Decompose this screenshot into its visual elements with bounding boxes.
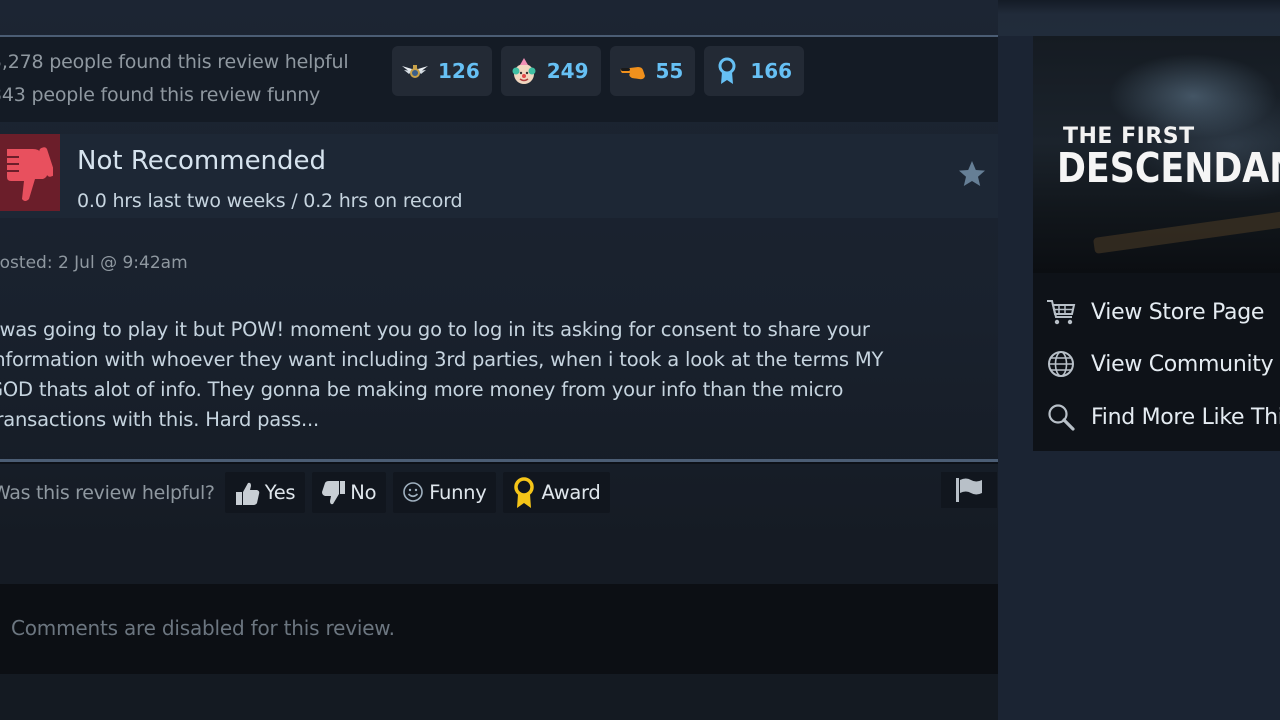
vote-funny-label: Funny (429, 481, 487, 504)
award-count: 55 (655, 59, 684, 83)
helpful-question: Was this review helpful? (0, 481, 215, 504)
globe-icon (1048, 351, 1074, 377)
award-count: 249 (546, 59, 589, 83)
vote-no-label: No (350, 481, 377, 504)
award-button[interactable]: Award (503, 472, 611, 513)
review-line: information with whoever they want inclu… (0, 348, 884, 371)
posted-date: Posted: 2 Jul @ 9:42am (0, 253, 188, 273)
clown-face-icon (512, 58, 536, 84)
search-icon (1048, 404, 1075, 431)
section-divider (0, 459, 998, 464)
vote-yes-button[interactable]: Yes (224, 472, 306, 513)
game-title-line2: DESCENDANT (1057, 144, 1280, 192)
banner-scenery (1093, 206, 1280, 254)
winged-medal-icon (402, 65, 428, 78)
find-more-like-this-label: Find More Like This (1091, 404, 1280, 430)
award-chip[interactable]: 166 (704, 46, 805, 96)
flag-icon (956, 478, 982, 502)
smiley-icon (403, 481, 424, 502)
game-banner-image[interactable]: THE FIRST DESCENDANT (1033, 36, 1280, 273)
review-line: GOD thats alot of info. They gonna be ma… (0, 378, 844, 401)
star-icon[interactable] (956, 158, 988, 190)
review-verdict: Not Recommended (77, 146, 327, 176)
award-chip[interactable]: 126 (392, 46, 492, 96)
award-chip[interactable]: 55 (609, 46, 696, 96)
vote-funny-button[interactable]: Funny (393, 472, 497, 513)
helpful-count-text: 5,278 people found this review helpful (0, 51, 349, 73)
view-store-page-link[interactable]: View Store Page (1045, 292, 1264, 332)
pointing-finger-icon (620, 67, 645, 80)
game-sidebar: THE FIRST DESCENDANT View Store Page Vie… (1033, 36, 1280, 451)
playtime-hours: 0.0 hrs last two weeks / 0.2 hrs on reco… (77, 190, 463, 212)
ribbon-award-icon (718, 57, 736, 84)
view-community-hub-link[interactable]: View Community Hub (1045, 344, 1280, 384)
award-count: 166 (750, 59, 793, 83)
award-label: Award (541, 481, 601, 504)
shopping-cart-icon (1047, 300, 1076, 325)
review-header: Not Recommended 0.0 hrs last two weeks /… (0, 134, 998, 218)
thumbs-up-icon (235, 482, 259, 505)
review-line: I was going to play it but POW! moment y… (0, 318, 870, 341)
award-list: 126 249 55 166 (392, 46, 805, 96)
award-chip[interactable]: 249 (500, 46, 601, 96)
view-store-page-label: View Store Page (1091, 299, 1265, 325)
award-count: 126 (438, 59, 480, 83)
vote-no-button[interactable]: No (312, 472, 387, 513)
review-body: I was going to play it but POW! moment y… (0, 315, 983, 435)
review-line: transactions with this. Hard pass... (0, 408, 319, 431)
find-more-like-this-link[interactable]: Find More Like This (1045, 397, 1280, 437)
thumbs-down-icon (322, 480, 346, 504)
comments-disabled-text: Comments are disabled for this review. (11, 616, 395, 640)
comments-section: Comments are disabled for this review. (0, 584, 998, 674)
helpful-controls: Was this review helpful? Yes No Funny Aw… (0, 472, 611, 513)
funny-count-text: 343 people found this review funny (0, 84, 321, 106)
thumbs-down-icon (7, 146, 53, 201)
vote-yes-label: Yes (264, 481, 296, 504)
thumbs-down-badge (0, 134, 60, 211)
award-ribbon-icon (514, 476, 535, 508)
view-community-hub-label: View Community Hub (1091, 351, 1280, 377)
report-flag-button[interactable] (941, 472, 997, 508)
review-stats-bar: 5,278 people found this review helpful 3… (0, 35, 998, 122)
